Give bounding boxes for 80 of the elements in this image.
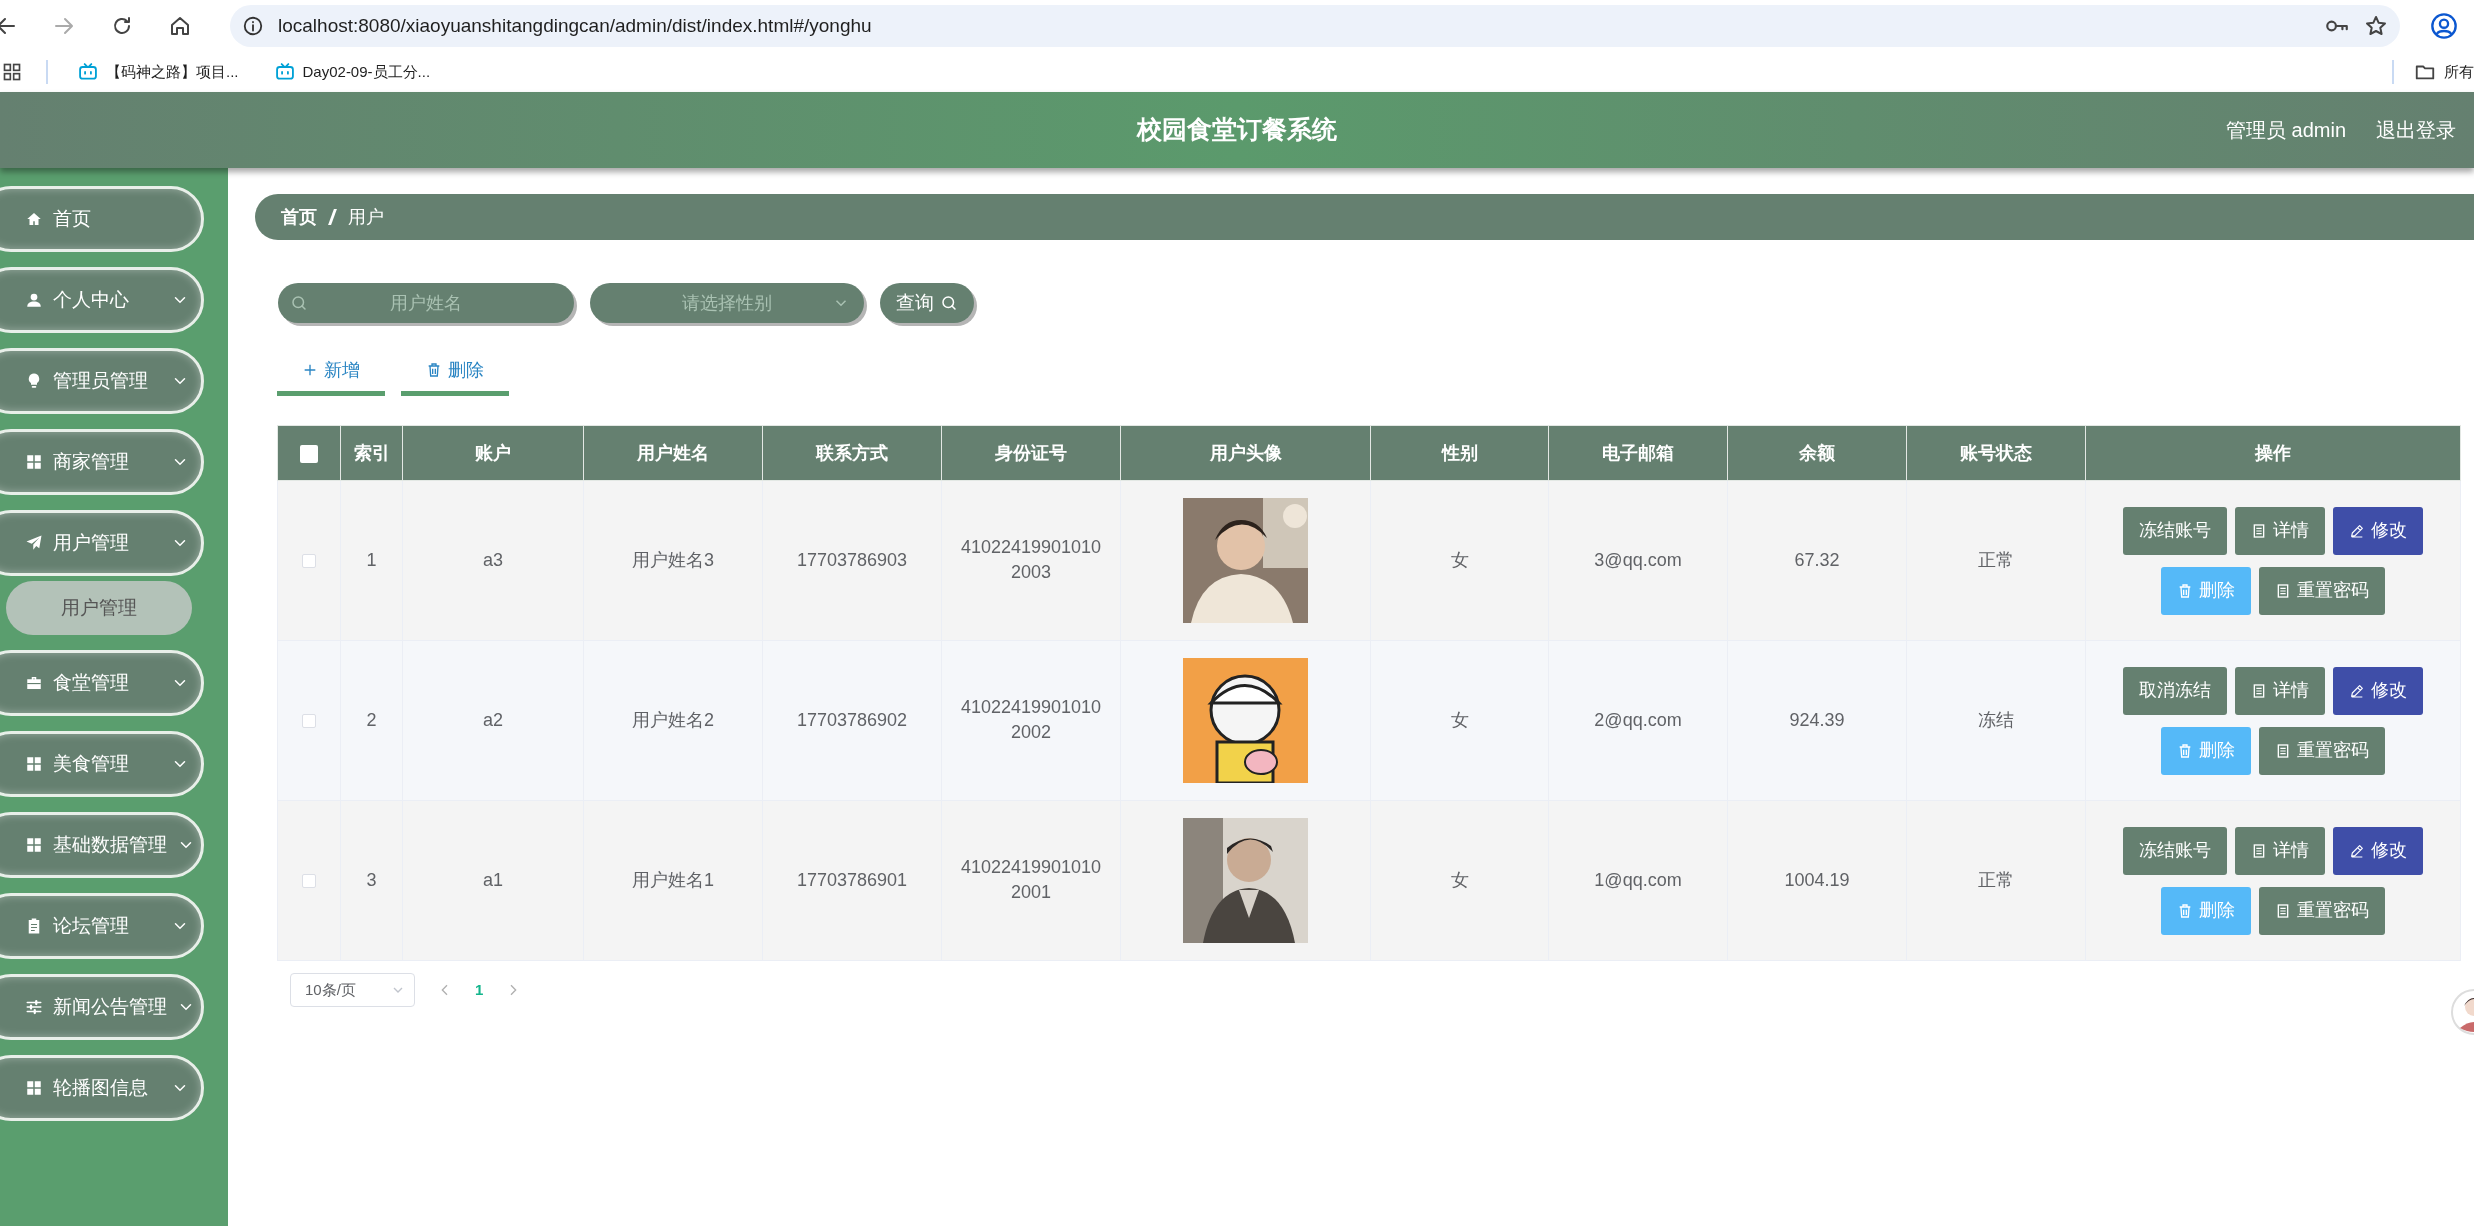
- edit-button[interactable]: 修改: [2333, 506, 2423, 555]
- bookmark[interactable]: Day02-09-员工分...: [268, 56, 437, 88]
- column-header: 账号状态: [1960, 442, 2032, 463]
- table-cell: 用户姓名3: [632, 550, 714, 570]
- breadcrumb-item[interactable]: 首页: [281, 203, 317, 231]
- column-header: 电子邮箱: [1602, 442, 1674, 463]
- freeze-button[interactable]: 冻结账号: [2123, 826, 2227, 875]
- table-cell: 17703786903: [796, 550, 908, 570]
- table-cell: 1004.19: [1784, 870, 1850, 890]
- table-cell: a2: [483, 710, 503, 730]
- app-title: 校园食堂订餐系统: [1137, 114, 1337, 146]
- column-header: 联系方式: [816, 442, 888, 463]
- column-header: 余额: [1799, 442, 1835, 463]
- table-cell: 1@qq.com: [1594, 870, 1682, 890]
- reset-password-button[interactable]: 重置密码: [2259, 566, 2385, 615]
- page-size-select[interactable]: 10条/页: [290, 973, 415, 1007]
- name-search-field[interactable]: 用户姓名: [278, 283, 574, 323]
- gender-select[interactable]: 请选择性别: [590, 283, 864, 323]
- table-cell: 17703786901: [796, 870, 908, 890]
- detail-button[interactable]: 详情: [2235, 666, 2325, 715]
- table-cell: 3: [366, 870, 377, 890]
- table-cell: 女: [1450, 550, 1469, 570]
- table-cell: 正常: [1978, 870, 2014, 890]
- sidebar-item[interactable]: 轮播图信息: [0, 1055, 204, 1121]
- sidebar-item[interactable]: 用户管理: [0, 510, 204, 576]
- delete-button[interactable]: 删除: [2161, 886, 2251, 935]
- detail-button[interactable]: 详情: [2235, 506, 2325, 555]
- bookmark[interactable]: 【码神之路】项目...: [72, 56, 245, 88]
- table-cell: a1: [483, 870, 503, 890]
- sidebar-item[interactable]: 首页: [0, 186, 204, 252]
- table-cell: 女: [1450, 710, 1469, 730]
- table-cell-text: 410224199010102001: [960, 855, 1102, 905]
- table-cell: 冻结: [1978, 710, 2014, 730]
- table-cell: 924.39: [1789, 710, 1845, 730]
- table-cell: 女: [1450, 870, 1469, 890]
- all-bookmarks[interactable]: 所有: [2408, 56, 2474, 88]
- sidebar-item[interactable]: 新闻公告管理: [0, 974, 204, 1040]
- table-cell: 2: [366, 710, 377, 730]
- sidebar-item[interactable]: 个人中心: [0, 267, 204, 333]
- reset-password-button[interactable]: 重置密码: [2259, 726, 2385, 775]
- submenu-item[interactable]: 用户管理: [6, 581, 192, 635]
- table-cell: 3@qq.com: [1594, 550, 1682, 570]
- edit-button[interactable]: 修改: [2333, 666, 2423, 715]
- sidebar-item[interactable]: 管理员管理: [0, 348, 204, 414]
- edit-button[interactable]: 修改: [2333, 826, 2423, 875]
- freeze-button[interactable]: 冻结账号: [2123, 506, 2227, 555]
- url-text: localhost:8080/xiaoyuanshitangdingcan/admin/dist/index.html#/yonghu: [278, 13, 873, 38]
- column-header: 账户: [475, 442, 511, 463]
- page-number[interactable]: 1: [475, 978, 484, 1002]
- delete-button[interactable]: 删除: [2161, 726, 2251, 775]
- sidebar-item[interactable]: 食堂管理: [0, 650, 204, 716]
- column-header: 性别: [1441, 442, 1478, 463]
- sidebar-item[interactable]: 商家管理: [0, 429, 204, 495]
- column-header: 索引: [353, 442, 390, 463]
- breadcrumb-item: 用户: [348, 205, 384, 229]
- sidebar-item[interactable]: 美食管理: [0, 731, 204, 797]
- column-header: 用户头像: [1209, 442, 1282, 463]
- table-cell: 2@qq.com: [1594, 710, 1682, 730]
- search-button[interactable]: 查询: [880, 283, 974, 323]
- table-cell-text: 410224199010102002: [960, 695, 1102, 745]
- table-cell-text: 410224199010102003: [960, 535, 1102, 585]
- freeze-button[interactable]: 取消冻结: [2123, 666, 2227, 715]
- logout-link[interactable]: 退出登录: [2376, 115, 2456, 145]
- delete-button[interactable]: 删除: [2161, 566, 2251, 615]
- column-header: 用户姓名: [637, 442, 709, 463]
- sidebar-item[interactable]: 基础数据管理: [0, 812, 204, 878]
- table-cell: 正常: [1978, 550, 2014, 570]
- user-label: 管理员 admin: [2225, 118, 2346, 143]
- column-header: 操作: [2255, 442, 2291, 463]
- table-cell: 用户姓名2: [632, 710, 714, 730]
- table-cell: 67.32: [1794, 550, 1840, 570]
- table-cell: 1: [366, 550, 377, 570]
- detail-button[interactable]: 详情: [2235, 826, 2325, 875]
- address-bar[interactable]: localhost:8080/xiaoyuanshitangdingcan/admin/dist/index.html#/yonghu: [230, 5, 2400, 47]
- table-cell: a3: [483, 550, 503, 570]
- table-cell: 用户姓名1: [632, 870, 714, 890]
- sidebar-item[interactable]: 论坛管理: [0, 893, 204, 959]
- reset-password-button[interactable]: 重置密码: [2259, 886, 2385, 935]
- column-header: 身份证号: [995, 442, 1067, 463]
- table-cell: 17703786902: [796, 710, 908, 730]
